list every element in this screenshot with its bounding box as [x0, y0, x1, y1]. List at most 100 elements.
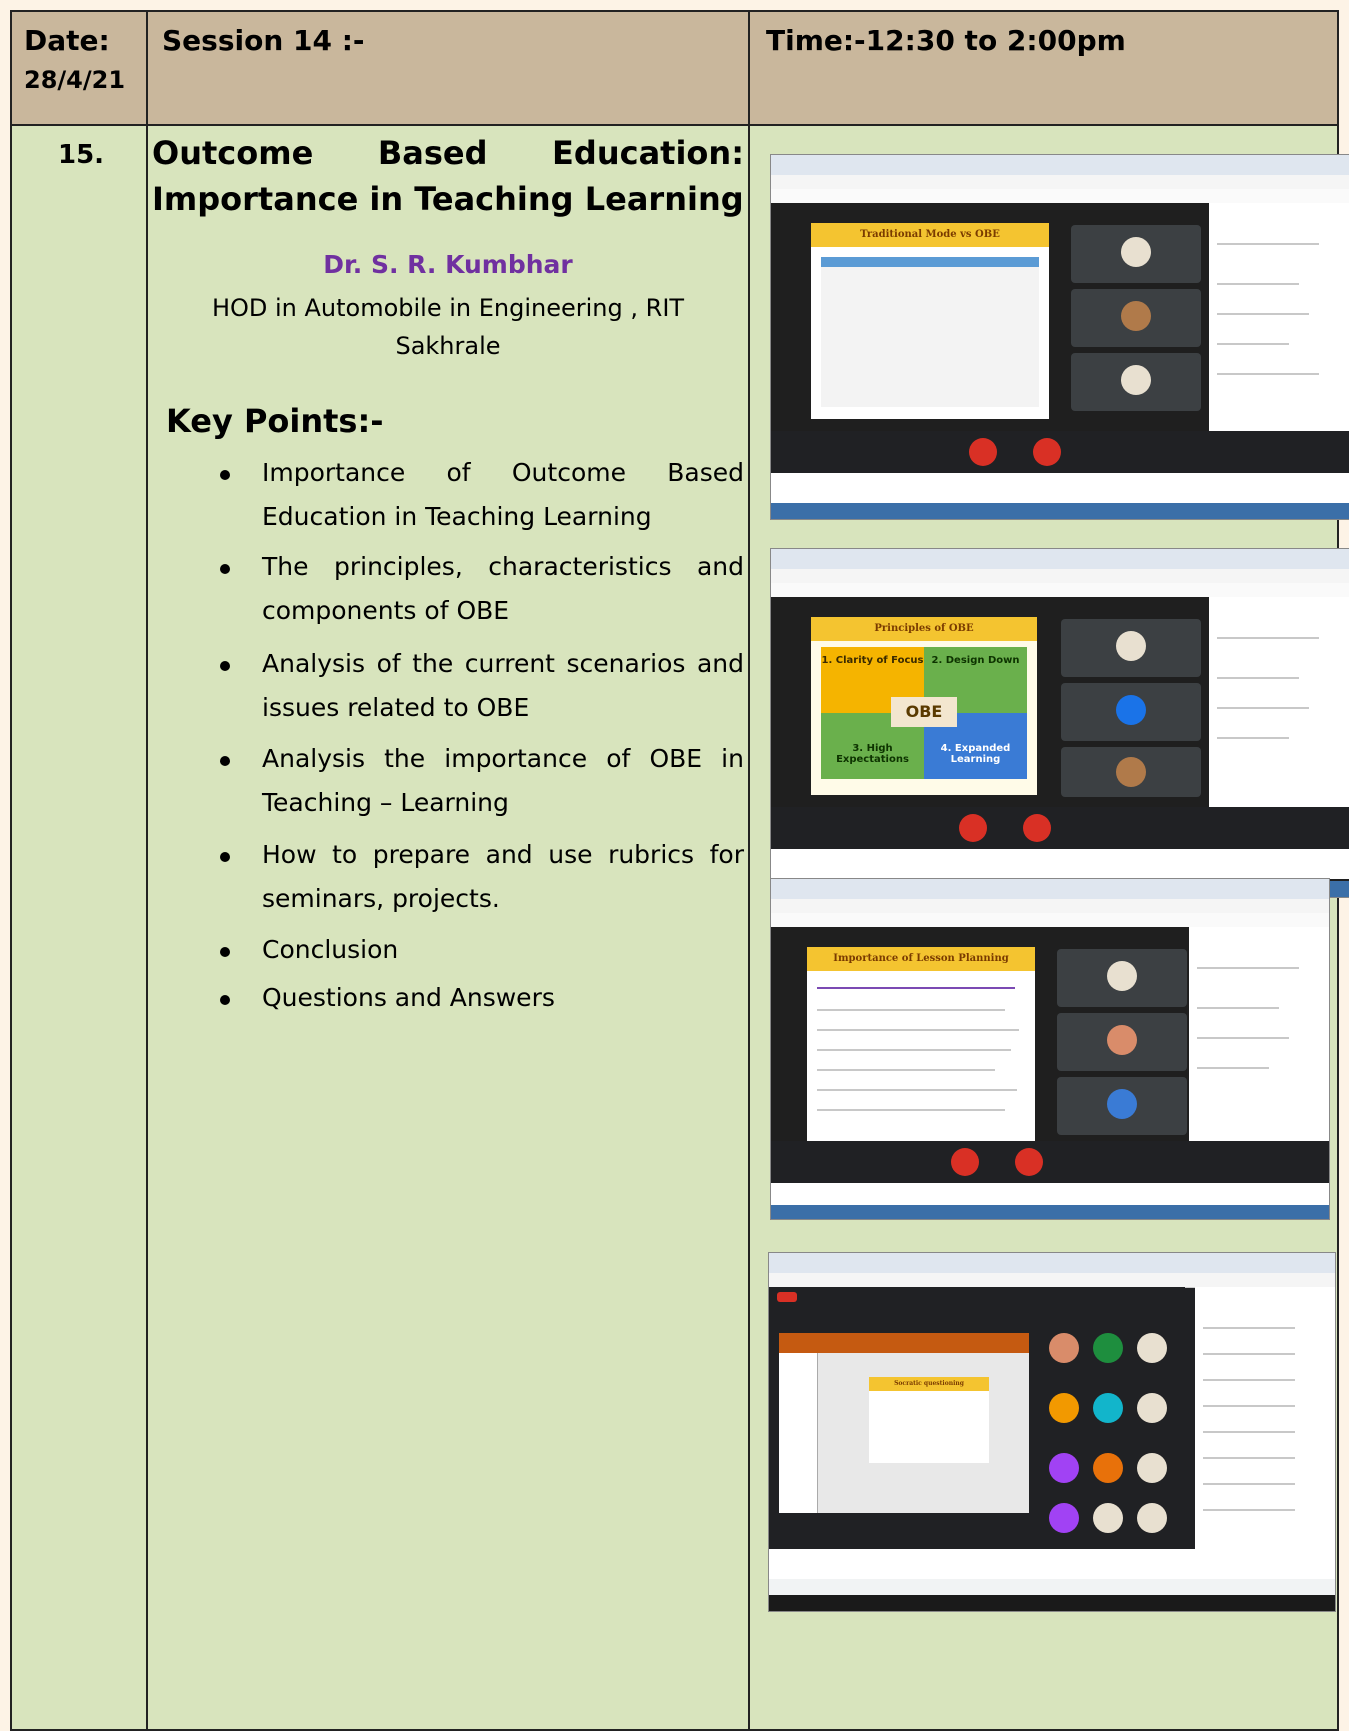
word: of	[606, 744, 631, 773]
bullet-item-line1: Analysis the importance of OBE in	[262, 744, 744, 773]
panel-line	[1203, 1327, 1295, 1329]
participant-tile	[1071, 225, 1201, 283]
avatar	[1093, 1453, 1123, 1483]
participant-tile	[1057, 949, 1187, 1007]
title-word: Outcome	[152, 134, 314, 172]
ppt-window: Socratic questioning	[779, 1333, 1029, 1513]
slide-title: Importance of Lesson Planning	[807, 947, 1035, 971]
date-cell: Date: 28/4/21	[10, 10, 148, 126]
avatar	[1137, 1333, 1167, 1363]
meeting-details-panel	[1189, 927, 1329, 1141]
avatar	[1093, 1333, 1123, 1363]
bullet-item-line2: Education in Teaching Learning	[262, 502, 652, 531]
camera-off-icon[interactable]	[1033, 438, 1061, 466]
panel-line	[1203, 1483, 1295, 1485]
meeting-details-panel	[1209, 597, 1349, 807]
slide-title: Socratic questioning	[869, 1377, 989, 1391]
ppt-thumbs	[779, 1353, 818, 1513]
panel-line	[1217, 707, 1309, 709]
bullet-dot	[220, 756, 230, 766]
mic-off-icon[interactable]	[951, 1148, 979, 1176]
word: scenarios	[566, 649, 686, 678]
avatar	[1116, 631, 1146, 661]
bullet-dot	[220, 564, 230, 574]
camera-off-icon[interactable]	[1015, 1148, 1043, 1176]
meeting-controls	[769, 1549, 1335, 1579]
word: rubrics	[608, 840, 695, 869]
slide-title: Principles of OBE	[811, 617, 1037, 641]
speaker-role-line1: HOD in Automobile in Engineering , RIT	[211, 294, 685, 322]
word: current	[464, 649, 555, 678]
panel-line	[1217, 637, 1319, 639]
bullet-dot	[220, 852, 230, 862]
mic-off-icon[interactable]	[959, 814, 987, 842]
slide-line	[817, 1029, 1019, 1031]
word: Analysis	[262, 744, 366, 773]
word: The	[262, 552, 309, 581]
participant-tile	[1061, 619, 1201, 677]
windows-taskbar	[771, 503, 1349, 519]
avatar	[1116, 757, 1146, 787]
browser-tabs	[771, 549, 1349, 569]
word: the	[384, 744, 426, 773]
session-cell: Session 14 :-	[146, 10, 750, 126]
word: of	[446, 458, 471, 487]
panel-line	[1197, 1007, 1279, 1009]
presenting-bar	[769, 1287, 1185, 1307]
panel-line	[1203, 1379, 1295, 1381]
slide-table	[821, 257, 1039, 407]
bullet-dot	[220, 995, 230, 1005]
panel-line	[1203, 1457, 1295, 1459]
avatar	[1093, 1503, 1123, 1533]
avatar	[1137, 1393, 1167, 1423]
speaker-name: Dr. S. R. Kumbhar	[323, 250, 573, 279]
word: Based	[667, 458, 744, 487]
topic-title-line1: Outcome Based Education:	[152, 134, 744, 172]
avatar	[1107, 1025, 1137, 1055]
bullet-item-line2: seminars, projects.	[262, 884, 500, 913]
bullet-item-line1: Analysis of the current scenarios and	[262, 649, 744, 678]
slide-line	[817, 1049, 1011, 1051]
participant-tile	[1061, 683, 1201, 741]
word: Outcome	[511, 458, 626, 487]
downloads-bar	[771, 473, 1349, 503]
word: to	[332, 840, 358, 869]
bullet-item-line2: issues related to OBE	[262, 693, 530, 722]
time-text: Time:-12:30 to 2:00pm	[766, 24, 1126, 57]
panel-line	[1197, 967, 1299, 969]
word: Importance	[262, 458, 406, 487]
panel-line	[1203, 1353, 1295, 1355]
slide-line	[817, 987, 1015, 989]
word: the	[412, 649, 454, 678]
meeting-screenshot-2: Principles of OBE 1. Clarity of Focus 2.…	[770, 548, 1349, 898]
participant-tile	[1057, 1013, 1187, 1071]
browser-url-bar	[769, 1273, 1335, 1288]
word: use	[548, 840, 593, 869]
bookmarks-bar	[771, 913, 1329, 927]
windows-taskbar	[769, 1595, 1335, 1611]
avatar	[1107, 1089, 1137, 1119]
bullet-item-line1: Conclusion	[262, 935, 399, 964]
content-cell: Outcome Based Education: Importance in T…	[146, 124, 750, 1731]
meeting-details-panel	[1209, 203, 1349, 431]
bullet-item-line1: The principles, characteristics and	[262, 552, 744, 581]
bullet-item-line1: How to prepare and use rubrics for	[262, 840, 744, 869]
avatar	[1137, 1453, 1167, 1483]
word: and	[696, 552, 744, 581]
mic-off-icon[interactable]	[969, 438, 997, 466]
slide-title: Traditional Mode vs OBE	[811, 223, 1049, 247]
speaker-role-line2: Sakhrale	[395, 332, 501, 360]
browser-url-bar	[771, 899, 1329, 914]
participant-tile	[1061, 747, 1201, 797]
title-word: Education:	[552, 134, 744, 172]
key-points-heading: Key Points:-	[166, 402, 384, 440]
word: for	[709, 840, 744, 869]
camera-off-icon[interactable]	[1023, 814, 1051, 842]
panel-line	[1197, 1067, 1269, 1069]
panel-line	[1217, 313, 1309, 315]
browser-tabs	[771, 879, 1329, 899]
panel-line	[1197, 1037, 1289, 1039]
panel-line	[1217, 373, 1319, 375]
avatar	[1116, 695, 1146, 725]
participant-tile	[1071, 289, 1201, 347]
